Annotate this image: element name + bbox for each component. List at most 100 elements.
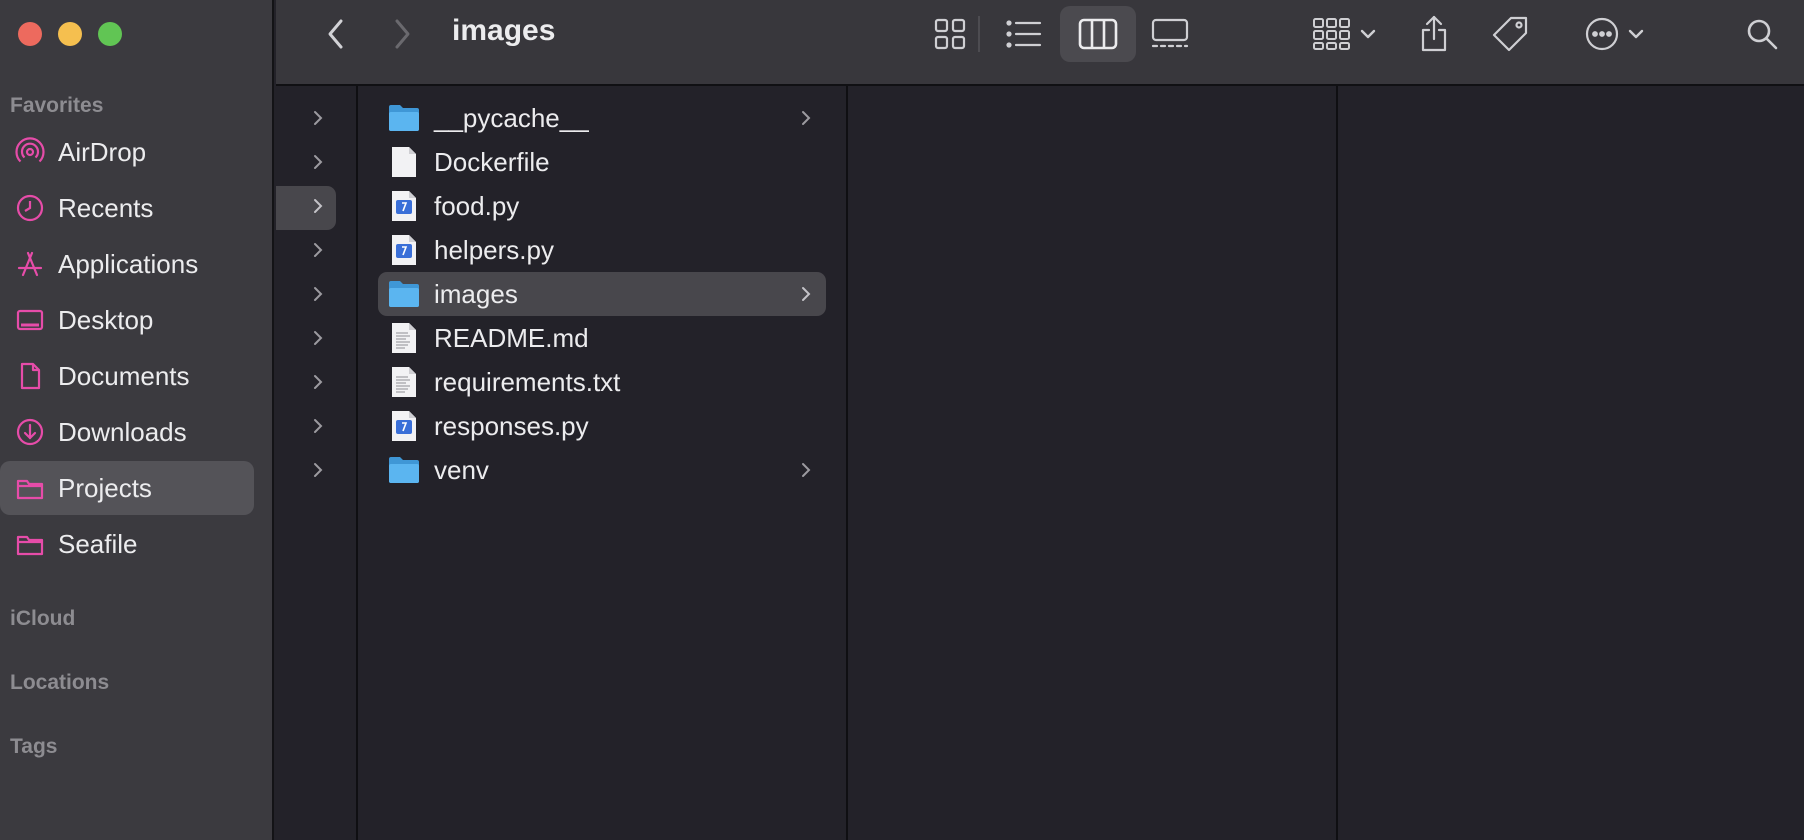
group-icon (1313, 18, 1350, 50)
share-icon (1421, 15, 1447, 52)
chevron-right-icon[interactable] (310, 154, 326, 170)
folder-icon (388, 454, 420, 486)
chevron-right-icon[interactable] (310, 330, 326, 346)
forward-chevron-icon (395, 19, 410, 49)
chevron-right-icon[interactable] (310, 374, 326, 390)
text-file-icon (388, 322, 420, 354)
file-row-helpers-py[interactable]: helpers.py (378, 228, 826, 272)
chevron-right-icon[interactable] (310, 286, 326, 302)
file-row-readme[interactable]: README.md (378, 316, 826, 360)
sidebar-item-label: Recents (58, 192, 154, 223)
list-view-icon (1006, 20, 1042, 48)
file-row-dockerfile[interactable]: Dockerfile (378, 140, 826, 184)
sidebar: Favorites AirDrop Recents Applications D… (0, 0, 274, 840)
window-title: images (452, 14, 556, 47)
folder-icon (388, 102, 420, 134)
tag-button[interactable] (1488, 10, 1532, 58)
airdrop-icon (14, 136, 46, 168)
file-row-food-py[interactable]: food.py (378, 184, 826, 228)
column-view-icon (1078, 18, 1118, 50)
sidebar-item-label: Documents (58, 360, 190, 391)
close-window-button[interactable] (18, 22, 42, 46)
file-name: responses.py (434, 410, 589, 441)
chevron-right-icon[interactable] (310, 110, 326, 126)
parent-column[interactable] (276, 86, 358, 840)
column-view-button[interactable] (1060, 6, 1136, 62)
chevron-down-icon (1360, 29, 1376, 39)
sidebar-item-label: Seafile (58, 528, 138, 559)
file-name: images (434, 278, 518, 309)
file-name: venv (434, 454, 489, 485)
sidebar-item-label: Applications (58, 248, 199, 279)
locations-section-title[interactable]: Locations (10, 671, 109, 695)
file-name: requirements.txt (434, 366, 621, 397)
document-icon (14, 360, 46, 392)
chevron-right-icon (798, 286, 814, 302)
file-row-requirements[interactable]: requirements.txt (378, 360, 826, 404)
sidebar-item-applications[interactable]: Applications (0, 237, 254, 291)
back-button[interactable] (316, 14, 356, 54)
parent-selected-row[interactable] (276, 186, 336, 230)
tag-icon (1492, 16, 1528, 52)
download-icon (14, 416, 46, 448)
desktop-icon (14, 304, 46, 336)
python-file-icon (388, 410, 420, 442)
icloud-section-title[interactable]: iCloud (10, 607, 75, 631)
zoom-window-button[interactable] (98, 22, 122, 46)
text-file-icon (388, 366, 420, 398)
icon-view-button[interactable] (928, 12, 972, 56)
gallery-view-button[interactable] (1142, 12, 1198, 56)
favorites-section-title: Favorites (10, 94, 104, 117)
toolbar: images (276, 0, 1804, 86)
folder-icon (388, 278, 420, 310)
file-name: food.py (434, 190, 520, 221)
python-file-icon (388, 190, 420, 222)
sidebar-item-label: Desktop (58, 304, 154, 335)
minimize-window-button[interactable] (58, 22, 82, 46)
chevron-right-icon[interactable] (310, 462, 326, 478)
sidebar-item-label: Projects (58, 472, 152, 503)
back-chevron-icon (328, 19, 343, 49)
tags-section-title[interactable]: Tags (10, 735, 57, 759)
chevron-right-icon[interactable] (310, 418, 326, 434)
sidebar-item-recents[interactable]: Recents (0, 181, 254, 235)
more-actions-button[interactable] (1574, 12, 1654, 56)
chevron-right-icon (798, 462, 814, 478)
chevron-right-icon[interactable] (310, 198, 326, 214)
applications-icon (14, 248, 46, 280)
chevron-down-icon (1628, 29, 1644, 39)
file-row-responses-py[interactable]: responses.py (378, 404, 826, 448)
search-icon (1747, 19, 1778, 50)
python-file-icon (388, 234, 420, 266)
file-name: helpers.py (434, 234, 554, 265)
file-name: Dockerfile (434, 146, 550, 177)
folder-icon (14, 472, 46, 504)
sidebar-item-label: Downloads (58, 416, 187, 447)
document-icon (388, 146, 420, 178)
sidebar-item-airdrop[interactable]: AirDrop (0, 125, 254, 179)
chevron-right-icon[interactable] (310, 242, 326, 258)
sidebar-item-downloads[interactable]: Downloads (0, 405, 254, 459)
sidebar-item-desktop[interactable]: Desktop (0, 293, 254, 347)
chevron-right-icon (798, 110, 814, 126)
file-name: README.md (434, 322, 589, 353)
file-row-pycache[interactable]: __pycache__ (378, 96, 826, 140)
search-button[interactable] (1740, 12, 1784, 56)
empty-column[interactable] (1338, 86, 1804, 840)
sidebar-item-seafile[interactable]: Seafile (0, 517, 254, 571)
group-button[interactable] (1304, 12, 1384, 56)
icon-view-icon (934, 18, 966, 50)
more-icon (1585, 17, 1619, 51)
share-button[interactable] (1412, 10, 1456, 58)
toolbar-divider (978, 16, 980, 52)
forward-button[interactable] (382, 14, 422, 54)
file-row-venv[interactable]: venv (378, 448, 826, 492)
sidebar-item-documents[interactable]: Documents (0, 349, 254, 403)
files-column: __pycache__ Dockerfile food.py helpers.p… (358, 86, 848, 840)
sidebar-item-projects[interactable]: Projects (0, 461, 254, 515)
list-view-button[interactable] (996, 12, 1052, 56)
file-name: __pycache__ (434, 102, 589, 133)
sidebar-item-label: AirDrop (58, 136, 147, 167)
empty-column[interactable] (848, 86, 1338, 840)
file-row-images[interactable]: images (378, 272, 826, 316)
